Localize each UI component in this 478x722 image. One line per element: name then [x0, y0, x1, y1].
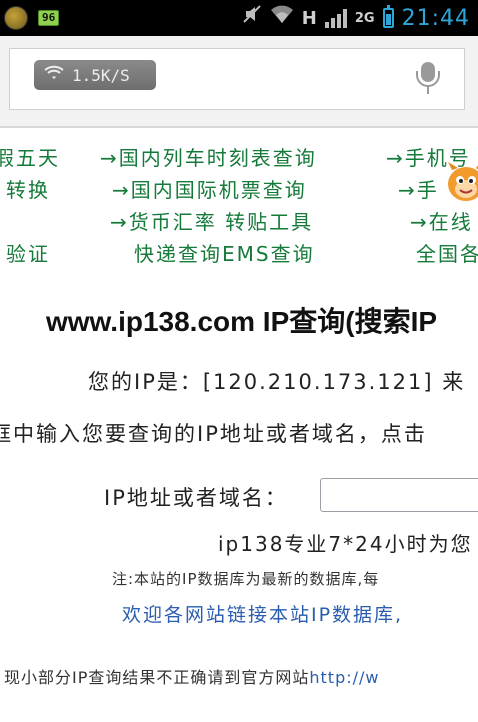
mascot-icon — [446, 160, 478, 204]
database-note: 注:本站的IP数据库为最新的数据库,每 — [112, 570, 380, 588]
bottom-note-text: 现小部分IP查询结果不正确请到官方网站 — [4, 668, 310, 687]
ip-domain-input[interactable] — [320, 478, 478, 512]
link-currency[interactable]: →货币汇率 转贴工具 — [110, 206, 313, 235]
network-type-label: H — [301, 7, 317, 29]
speed-indicator: 1.5K/S — [34, 60, 156, 90]
data-label: 2G — [354, 10, 375, 26]
signal-icon — [324, 8, 347, 28]
official-site-link[interactable]: http://w — [309, 668, 379, 687]
battery-level-badge: 96 — [38, 10, 60, 26]
link-verify[interactable]: 验证 — [6, 238, 50, 267]
mute-icon — [242, 4, 262, 33]
link-express[interactable]: 快递查询EMS查询 — [134, 238, 315, 267]
link-holiday[interactable]: 假五天 — [0, 142, 60, 171]
wifi-icon — [270, 4, 294, 33]
microphone-icon[interactable] — [416, 62, 440, 98]
app-icon — [4, 6, 28, 30]
browser-toolbar: 1.5K/S — [0, 36, 478, 128]
ip-input-label: IP地址或者域名： — [104, 486, 288, 510]
welcome-link-text[interactable]: 欢迎各网站链接本站IP数据库, — [122, 600, 403, 627]
web-page: 假五天 →国内列车时刻表查询 →手机号 转换 →国内国际机票查询 →手 →货币汇… — [0, 128, 478, 722]
speed-label: 1.5K/S — [72, 65, 130, 85]
battery-icon — [382, 5, 394, 28]
clock: 21:44 — [401, 5, 470, 31]
link-mobile-2[interactable]: →手 — [398, 174, 439, 203]
your-ip-line: 您的IP是：[120.210.173.121] 来 — [88, 370, 466, 394]
link-online[interactable]: →在线 — [410, 206, 473, 235]
status-bar: 96 H 2G 21:44 — [0, 0, 478, 36]
instruction-text: 框中输入您要查询的IP地址或者域名，点击 — [0, 422, 427, 446]
link-national[interactable]: 全国各 — [416, 238, 478, 267]
link-convert[interactable]: 转换 — [6, 174, 50, 203]
link-flight-tickets[interactable]: →国内国际机票查询 — [112, 174, 307, 203]
wifi-icon — [44, 65, 64, 85]
service-note: ip138专业7*24小时为您 — [218, 532, 473, 556]
bottom-note: 现小部分IP查询结果不正确请到官方网站http://w — [4, 664, 379, 688]
page-title: www.ip138.com IP查询(搜索IP — [46, 306, 438, 337]
link-train-schedule[interactable]: →国内列车时刻表查询 — [100, 142, 317, 171]
